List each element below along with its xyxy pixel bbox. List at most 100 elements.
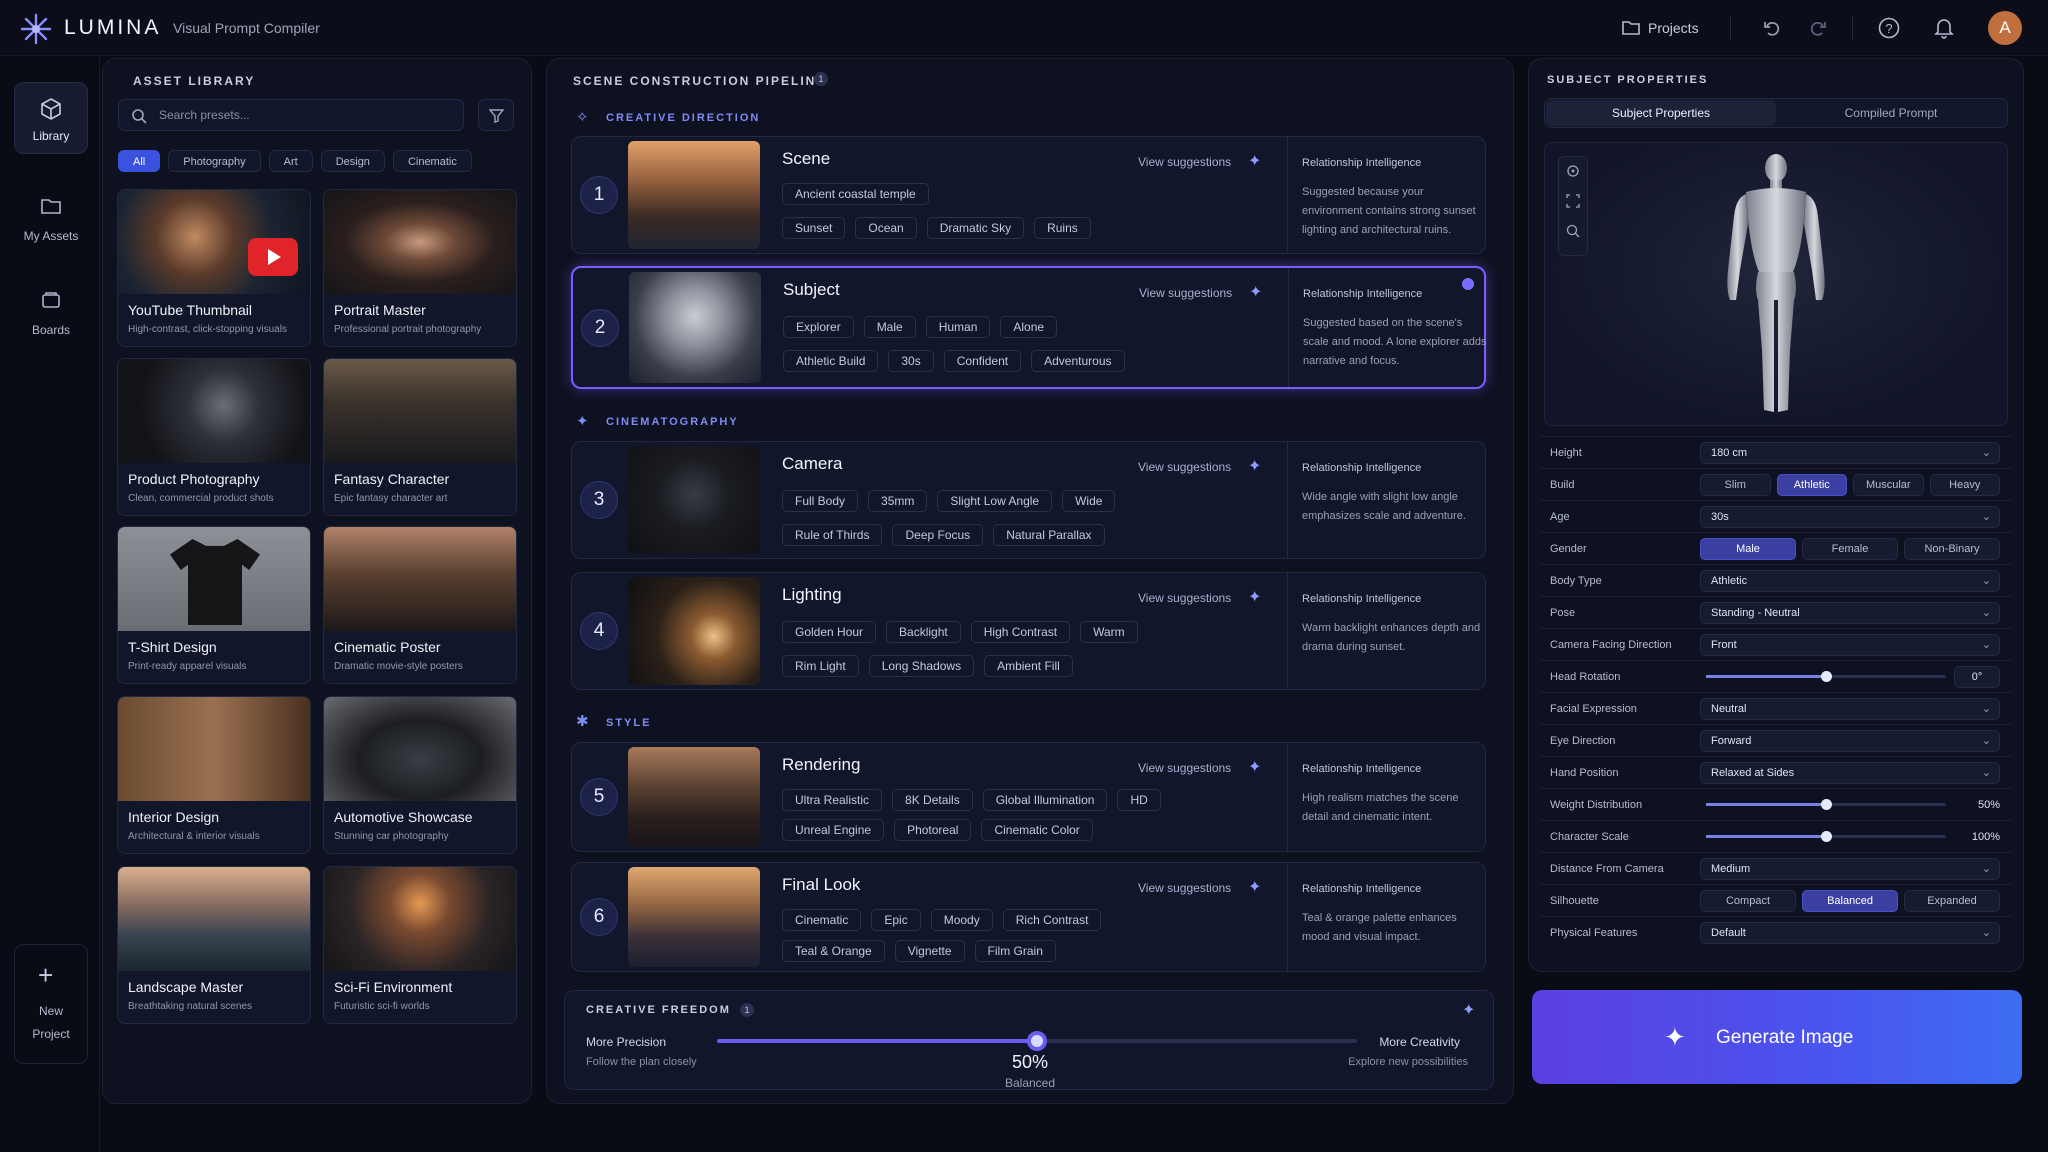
silhouette-option[interactable]: Compact: [1700, 890, 1796, 912]
chip[interactable]: Wide: [1062, 490, 1116, 512]
sparkle-icon[interactable]: ✦: [1248, 456, 1261, 476]
pipeline-step-rendering[interactable]: 5 Rendering View suggestions ✦ Ultra Rea…: [571, 742, 1486, 852]
view-suggestions-link[interactable]: View suggestions: [1138, 460, 1231, 474]
chip[interactable]: Male: [863, 316, 916, 338]
chip[interactable]: Dramatic Sky: [926, 217, 1025, 239]
chip[interactable]: Deep Focus: [892, 524, 984, 546]
head-rotation-slider[interactable]: [1706, 671, 1946, 682]
chip[interactable]: Slight Low Angle: [937, 490, 1053, 512]
chip[interactable]: Athletic Build: [783, 350, 879, 372]
projects-folder-icon[interactable]: [1621, 19, 1641, 37]
pipeline-step-final-look[interactable]: 6 Final Look View suggestions ✦ Cinemati…: [571, 862, 1486, 972]
asset-card-landscape-master[interactable]: Landscape Master Breathtaking natural sc…: [117, 866, 311, 1024]
tab-compiled-prompt[interactable]: Compiled Prompt: [1776, 100, 2006, 126]
body-type-select[interactable]: Athletic ⌄: [1700, 570, 2000, 592]
pipeline-step-camera[interactable]: 3 Camera View suggestions ✦ Full Body 35m…: [571, 441, 1486, 559]
hand-select[interactable]: Relaxed at Sides ⌄: [1700, 762, 2000, 784]
build-option[interactable]: Muscular: [1853, 474, 1924, 496]
gender-option-selected[interactable]: Male: [1700, 538, 1796, 560]
gender-option[interactable]: Female: [1802, 538, 1898, 560]
slider-knob[interactable]: [1821, 671, 1832, 682]
chip[interactable]: Photoreal: [894, 819, 972, 841]
eye-select[interactable]: Forward ⌄: [1700, 730, 2000, 752]
pipeline-step-scene[interactable]: 1 Scene View suggestions ✦ Ancient coast…: [571, 136, 1486, 254]
distance-select[interactable]: Medium ⌄: [1700, 858, 2000, 880]
redo-icon[interactable]: [1808, 18, 1828, 38]
chip[interactable]: Global Illumination: [982, 789, 1108, 811]
chip[interactable]: Ruins: [1034, 217, 1091, 239]
nav-my-assets[interactable]: My Assets: [14, 229, 88, 243]
view-suggestions-link[interactable]: View suggestions: [1139, 286, 1232, 300]
chip[interactable]: Ultra Realistic: [782, 789, 883, 811]
chip[interactable]: Ancient coastal temple: [782, 183, 929, 205]
asset-card-interior-design[interactable]: Interior Design Architectural & interior…: [117, 696, 311, 854]
info-badge[interactable]: 1: [740, 1003, 754, 1017]
asset-card-portrait-master[interactable]: Portrait Master Professional portrait ph…: [323, 189, 517, 347]
asset-card-product-photography[interactable]: Product Photography Clean, commercial pr…: [117, 358, 311, 516]
rotate-icon[interactable]: [1566, 164, 1580, 178]
asset-card-youtube-thumbnail[interactable]: YouTube Thumbnail High-contrast, click-s…: [117, 189, 311, 347]
avatar[interactable]: A: [1988, 11, 2022, 45]
slider-knob[interactable]: [1821, 799, 1832, 810]
pose-select[interactable]: Standing - Neutral ⌄: [1700, 602, 2000, 624]
silhouette-option-selected[interactable]: Balanced: [1802, 890, 1898, 912]
sparkle-icon[interactable]: ✦: [1248, 877, 1261, 897]
tab-subject-properties[interactable]: Subject Properties: [1546, 100, 1776, 126]
chip[interactable]: Rule of Thirds: [782, 524, 883, 546]
view-suggestions-link[interactable]: View suggestions: [1138, 155, 1231, 169]
chip[interactable]: Vignette: [894, 940, 965, 962]
help-icon[interactable]: ?: [1878, 17, 1900, 39]
chip[interactable]: Full Body: [782, 490, 859, 512]
chip[interactable]: 8K Details: [892, 789, 973, 811]
filter-design[interactable]: Design: [320, 150, 385, 172]
weight-slider[interactable]: [1706, 799, 1946, 810]
pipeline-step-subject[interactable]: 2 Subject View suggestions ✦ Explorer Mal…: [571, 266, 1486, 389]
filter-cinematic[interactable]: Cinematic: [392, 150, 472, 172]
chip[interactable]: Backlight: [886, 621, 961, 643]
slider-knob[interactable]: [1821, 831, 1832, 842]
age-select[interactable]: 30s ⌄: [1700, 506, 2000, 528]
sparkle-icon[interactable]: ✦: [1248, 587, 1261, 607]
freedom-slider-knob[interactable]: [1027, 1031, 1047, 1051]
asset-card-automotive-showcase[interactable]: Automotive Showcase Stunning car photogr…: [323, 696, 517, 854]
bell-icon[interactable]: [1934, 17, 1954, 39]
pipeline-step-lighting[interactable]: 4 Lighting View suggestions ✦ Golden Hou…: [571, 572, 1486, 690]
chip[interactable]: Moody: [930, 909, 993, 931]
chip[interactable]: Golden Hour: [782, 621, 877, 643]
chip[interactable]: Warm: [1080, 621, 1138, 643]
sparkle-icon[interactable]: ✦: [1248, 151, 1261, 171]
boards-icon[interactable]: [40, 290, 62, 310]
chip[interactable]: Ambient Fill: [984, 655, 1073, 677]
chip[interactable]: Epic: [871, 909, 921, 931]
sparkle-icon[interactable]: ✦: [1462, 1000, 1475, 1020]
gender-option[interactable]: Non-Binary: [1904, 538, 2000, 560]
sparkle-icon[interactable]: ✦: [1248, 757, 1261, 777]
silhouette-option[interactable]: Expanded: [1904, 890, 2000, 912]
projects-button[interactable]: Projects: [1648, 20, 1699, 36]
chip[interactable]: Film Grain: [974, 940, 1056, 962]
view-suggestions-link[interactable]: View suggestions: [1138, 881, 1231, 895]
chip[interactable]: Sunset: [782, 217, 846, 239]
build-option[interactable]: Slim: [1700, 474, 1771, 496]
chip[interactable]: Long Shadows: [868, 655, 975, 677]
freedom-slider-track[interactable]: [717, 1031, 1357, 1051]
chip[interactable]: Adventurous: [1031, 350, 1125, 372]
scale-slider[interactable]: [1706, 831, 1946, 842]
chip[interactable]: Human: [925, 316, 991, 338]
build-option[interactable]: Heavy: [1929, 474, 2000, 496]
chip[interactable]: Cinematic Color: [981, 819, 1093, 841]
chip[interactable]: High Contrast: [970, 621, 1071, 643]
build-option-selected[interactable]: Athletic: [1776, 474, 1847, 496]
info-badge[interactable]: 1: [814, 72, 828, 86]
sparkle-icon[interactable]: ✦: [1249, 282, 1262, 302]
filter-art[interactable]: Art: [268, 150, 313, 172]
view-suggestions-link[interactable]: View suggestions: [1138, 591, 1231, 605]
chip[interactable]: Explorer: [783, 316, 854, 338]
chip[interactable]: HD: [1117, 789, 1161, 811]
facial-select[interactable]: Neutral ⌄: [1700, 698, 2000, 720]
chip[interactable]: Cinematic: [782, 909, 862, 931]
chip[interactable]: 35mm: [868, 490, 928, 512]
undo-icon[interactable]: [1762, 18, 1782, 38]
folder-icon[interactable]: [40, 196, 62, 216]
features-select[interactable]: Default ⌄: [1700, 922, 2000, 944]
